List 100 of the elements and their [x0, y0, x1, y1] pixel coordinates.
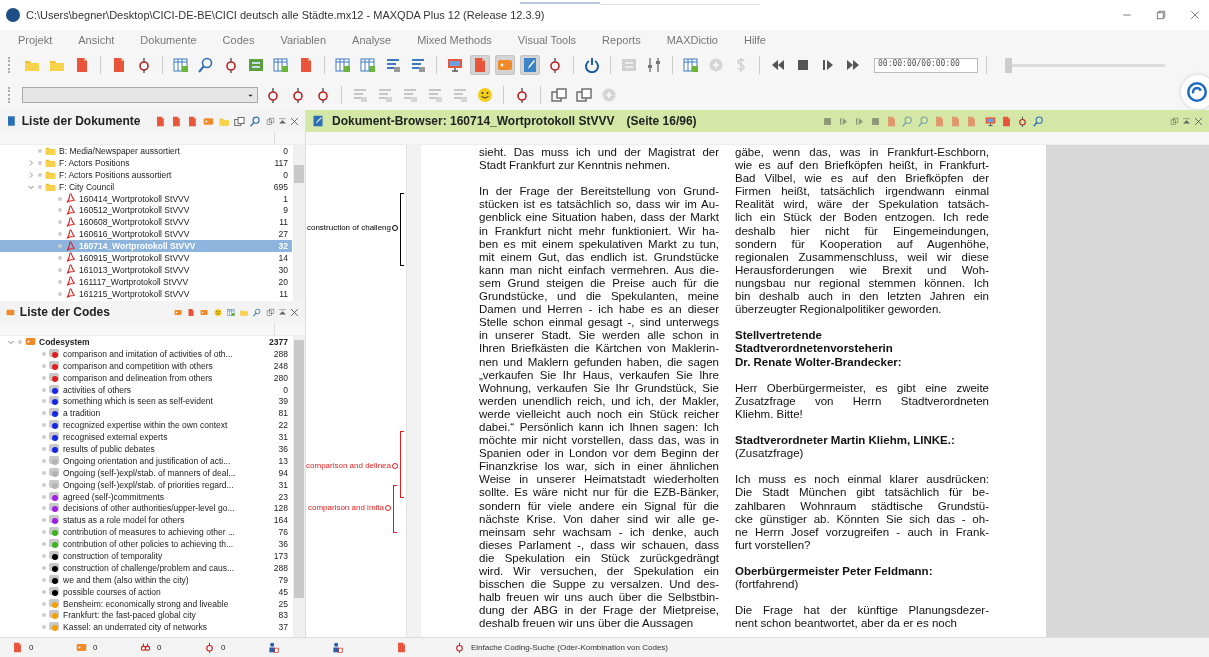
- code-row[interactable]: contribution of other policies to achieving th... 36: [0, 538, 292, 551]
- maximize-icon: [278, 307, 288, 317]
- document-row[interactable]: 161013_Wortprotokoll StVVV 30: [0, 263, 292, 276]
- coding-label[interactable]: comparison and delinea: [306, 461, 398, 470]
- scrollbar[interactable]: [293, 336, 305, 637]
- code-row[interactable]: results of public debates 36: [0, 443, 292, 455]
- code-row[interactable]: status as a role model for others 164: [0, 514, 292, 527]
- time-field[interactable]: 00:00:00/00:00:00: [874, 57, 978, 73]
- coding-label[interactable]: comparison and imita: [307, 503, 391, 512]
- document-row[interactable]: 161215_Wortprotokoll StVVV 11: [0, 287, 292, 300]
- code-row[interactable]: agreed (self-)commitments 23: [0, 490, 292, 503]
- scrollbar[interactable]: [293, 145, 305, 301]
- code-row[interactable]: comparison and competition with others 248: [0, 359, 292, 372]
- menu-item[interactable]: Visual Tools: [517, 34, 577, 46]
- document-icon: [187, 115, 198, 127]
- code-row[interactable]: Ongoing (self-)expl/stab. of manners of deal... 94: [0, 466, 292, 479]
- code-row[interactable]: contribution of measures to achieving other ... 76: [0, 526, 292, 539]
- code-row[interactable]: construction of challenge/problem and caus... 288: [0, 561, 292, 574]
- menu-item[interactable]: Reports: [602, 34, 641, 46]
- count-label: 0: [221, 643, 226, 652]
- document-row[interactable]: 160414_Wortprotokoll StVVV 1: [0, 192, 292, 205]
- browser-title: Dokument-Browser: 160714_Wortprotokoll StVVV: [332, 114, 615, 128]
- copy-icon: [551, 87, 567, 103]
- code-pin-icon: [265, 87, 281, 103]
- step-forward-icon: [838, 115, 850, 127]
- document-row[interactable]: F: Actors Positions 117: [0, 156, 292, 169]
- document-icon: [1001, 115, 1013, 127]
- menu-item[interactable]: Codes: [222, 34, 255, 46]
- code-row[interactable]: decisions of other authorities/upper-level go... 128: [0, 502, 292, 515]
- document-row[interactable]: 161117_Wortprotokoll StVVV 20: [0, 275, 292, 288]
- folder-icon: [45, 181, 56, 193]
- code-row[interactable]: comparison and imitation of activities of oth... 288: [0, 347, 292, 360]
- dropdown[interactable]: [22, 87, 258, 103]
- menu-item[interactable]: Variablen: [280, 34, 327, 46]
- code-row[interactable]: Ongoing orientation and justification of acti... 13: [0, 454, 292, 467]
- code-row[interactable]: Frankfurt: the fast-paced global city 83: [0, 609, 292, 622]
- code-row[interactable]: Kassel: an underrated city of networks 37: [0, 621, 292, 634]
- toolbar-button[interactable]: [475, 85, 495, 105]
- search-icon: [918, 115, 930, 127]
- toolbar-button[interactable]: [549, 85, 569, 105]
- code-row[interactable]: possible courses of action 45: [0, 585, 292, 598]
- code-row[interactable]: Bensheim: economically strong and liveable 25: [0, 597, 292, 610]
- document-row[interactable]: 160608_Wortprotokoll StVVV 11: [0, 216, 292, 229]
- float-icon: [266, 116, 275, 126]
- code-row[interactable]: Ongoing (self-)expl/stab. of priorities regard... 31: [0, 478, 292, 491]
- code-row[interactable]: construction of temporality 173: [0, 550, 292, 562]
- menu-item[interactable]: MAXDictio: [666, 34, 718, 46]
- close-icon: [1189, 9, 1201, 21]
- tag-icon: [76, 642, 87, 653]
- document-icon: [298, 57, 314, 73]
- panel-title: Liste der Codes: [19, 305, 110, 319]
- window-title: C:\Users\begner\Desktop\CICI-DE-BE\CICI deutsch alle Städte.mx12 - MAXQDA Plus 12 (Release 12.3.9): [26, 9, 546, 21]
- folder-icon: [45, 169, 56, 181]
- paragraph: Die Frage hat der künftige Planungsdezer- nent schon beantwortet, aber da er es noch: [735, 604, 989, 631]
- document-row[interactable]: 160512_Wortprotokoll StVVV 9: [0, 204, 292, 217]
- stop-icon: [795, 57, 811, 73]
- toolbar-button[interactable]: [171, 55, 191, 75]
- document-row[interactable]: B: Media/Newspaper aussortiert 0: [0, 145, 292, 157]
- chat-button[interactable]: [1181, 75, 1209, 109]
- code-pin-icon: [315, 87, 331, 103]
- menu-item[interactable]: Projekt: [18, 34, 53, 46]
- toolbar-button[interactable]: [333, 55, 353, 75]
- document-row[interactable]: 160616_Wortprotokoll StVVV 27: [0, 228, 292, 241]
- menu-item[interactable]: Analyse: [352, 34, 392, 46]
- code-row[interactable]: Codesystem 2377: [0, 336, 292, 348]
- stop-icon: [822, 115, 834, 127]
- code-row[interactable]: we and them (also within the city) 79: [0, 573, 292, 586]
- toolbar-button[interactable]: [520, 55, 540, 75]
- document-icon: [74, 57, 90, 73]
- coding-label[interactable]: construction of challeng: [306, 223, 398, 232]
- code-row[interactable]: something which is seen as self-evident 39: [0, 395, 292, 408]
- code-row[interactable]: comparison and delineation from others 280: [0, 371, 292, 384]
- menu-item[interactable]: Dokumente: [140, 34, 197, 46]
- paragraph: gäbe, wenn das, was in Frankfurt-Eschborn, wie es auf den Briefköpfen heißt, in Frankfurt- Bad Vilbel, wie es auf den Briefköpfen der Firmen heißt, tatsächlich irgendwann einmal Realität wird, wäre der Spekulation tatsäch- lich ein Stück der Boden entzogen. Ich rede deshalb hier nicht für Eingemeindungen, sondern für Kooperation auf Augenhöhe, regionalen Zusammenschluss, weil wir diese Herausforderungen wie Brexit und Woh- nungsbau nur regional stemmen können. Ich bin deshalb auch in den letzten Jahren ein überzeugter Regionalpolitiker geworden.: [735, 146, 989, 317]
- menu-item[interactable]: Mixed Methods: [417, 34, 492, 46]
- tag-icon: [497, 57, 513, 73]
- float-icon: [1170, 116, 1179, 126]
- menu-item[interactable]: Hilfe: [744, 34, 766, 46]
- toolbar-button[interactable]: [582, 55, 602, 75]
- menu-item[interactable]: Ansicht: [78, 34, 115, 46]
- toolbar-button[interactable]: [271, 55, 291, 75]
- code-row[interactable]: activities of others 0: [0, 383, 292, 396]
- document-row[interactable]: F: City Council 695: [0, 180, 292, 193]
- paragraph: Ich muss es noch einmal klarer ausdrücken: Die Stadt München gibt tatsächlich für be- zahlbaren Wohnraum städtische Grundstü- cke günstiger ab. Könnten Sie sich das - oh- ne Herrn Josef vorzugreifen - auch in Frank- furt vorstellen?: [735, 473, 989, 552]
- code-pin-icon: [547, 57, 563, 73]
- speaker-heading: Oberbürgermeister Peter Feldmann: (fortfahrend): [735, 565, 934, 592]
- user-icon: [332, 642, 343, 653]
- code-row[interactable]: recognised external experts 31: [0, 431, 292, 443]
- code-row[interactable]: a tradition 81: [0, 407, 292, 420]
- toolbar-button[interactable]: [358, 55, 378, 75]
- toolbar-button[interactable]: [574, 85, 594, 105]
- code-pins-icon: [140, 642, 151, 653]
- toolbar-button[interactable]: [681, 55, 701, 75]
- coding-bracket[interactable]: [400, 193, 404, 266]
- document-row[interactable]: F: Actors Positions aussortiert 0: [0, 168, 292, 181]
- folder-icon: [45, 145, 56, 157]
- code-row[interactable]: recognized expertise within the own context 22: [0, 419, 292, 432]
- document-row[interactable]: 160915_Wortprotokoll StVVV 14: [0, 252, 292, 264]
- code-pin-icon: [514, 87, 530, 103]
- search-icon: [198, 57, 214, 73]
